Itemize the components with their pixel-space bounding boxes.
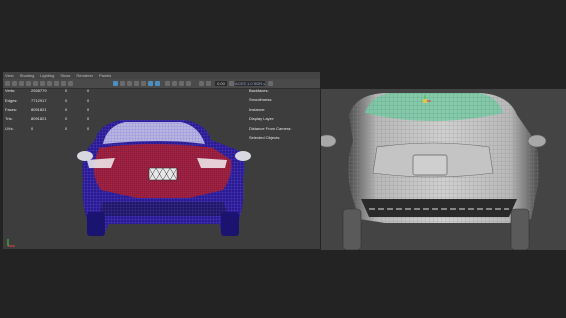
- stat-label: UVs:: [5, 125, 14, 131]
- hud-selected-objects: Selected Objects:: [249, 134, 281, 140]
- left-viewport[interactable]: View Shading Lighting Show Renderer Pane…: [3, 72, 320, 249]
- license-plate-recess: [412, 154, 448, 176]
- tire-right: [510, 208, 530, 250]
- stat-faces: Faces: 8091821 0 0: [5, 105, 97, 114]
- stat-tris: Tris: 8091821 0 0: [5, 114, 97, 123]
- poly-count-hud: Verts: 2928779 0 0 Edges: 7712917 0 0 Fa…: [5, 86, 97, 133]
- mirror-left: [321, 134, 337, 148]
- stat-value: 8091821: [31, 116, 47, 122]
- stat-value: 0: [87, 125, 90, 131]
- stat-uvs: UVs: 0 0 0: [5, 124, 97, 133]
- car-rear-shaded-wireframe: [321, 93, 547, 250]
- hud-backfaces: Backfaces:: [249, 88, 269, 93]
- right-viewport[interactable]: [321, 89, 566, 250]
- tire-left: [342, 208, 362, 250]
- rear-glass-mesh: [365, 93, 503, 121]
- stat-edges: Edges: 7712917 0 0: [5, 95, 97, 104]
- stat-value: 8091821: [31, 106, 47, 112]
- stat-value: 0: [65, 116, 68, 122]
- rear-window-mesh: [103, 122, 205, 144]
- tire-left: [87, 212, 105, 236]
- manipulator-center[interactable]: [423, 99, 427, 103]
- hud-smoothness: Smoothness:: [249, 97, 273, 103]
- stat-value: 0: [87, 97, 90, 103]
- stat-value: 0: [31, 125, 34, 131]
- stat-label: Verts:: [5, 88, 16, 94]
- stat-value: 0: [65, 125, 68, 131]
- hud-instance: Instance:: [249, 106, 266, 112]
- stat-value: 0: [87, 88, 90, 94]
- stat-value: 0: [65, 106, 68, 112]
- rear-diffuser: [361, 199, 517, 217]
- hud-display-layer: Display Layer:: [249, 116, 275, 122]
- stat-label: Tris:: [5, 116, 13, 122]
- hud-distance-from-camera: Distance From Camera:: [249, 125, 292, 131]
- stat-label: Edges:: [5, 97, 18, 103]
- stat-verts: Verts: 2928779 0 0: [5, 86, 97, 95]
- license-plate: [148, 167, 178, 181]
- stat-value: 2928779: [31, 88, 47, 94]
- stat-value: 0: [87, 116, 90, 122]
- stat-value: 7712917: [31, 97, 47, 103]
- stat-value: 0: [65, 97, 68, 103]
- rear-bumper-mesh: [99, 202, 229, 216]
- tire-right: [221, 212, 239, 236]
- stat-value: 0: [87, 106, 90, 112]
- stat-label: Faces:: [5, 106, 18, 112]
- stat-value: 0: [65, 88, 68, 94]
- axis-gizmo-icon: [7, 239, 15, 247]
- mirror-left: [77, 151, 93, 161]
- screenshot-frame: View Shading Lighting Show Renderer Pane…: [0, 0, 566, 318]
- mirror-right: [527, 134, 547, 148]
- mirror-right: [235, 151, 251, 161]
- display-info-hud: Backfaces: Smoothness: Instance: Display…: [249, 86, 291, 142]
